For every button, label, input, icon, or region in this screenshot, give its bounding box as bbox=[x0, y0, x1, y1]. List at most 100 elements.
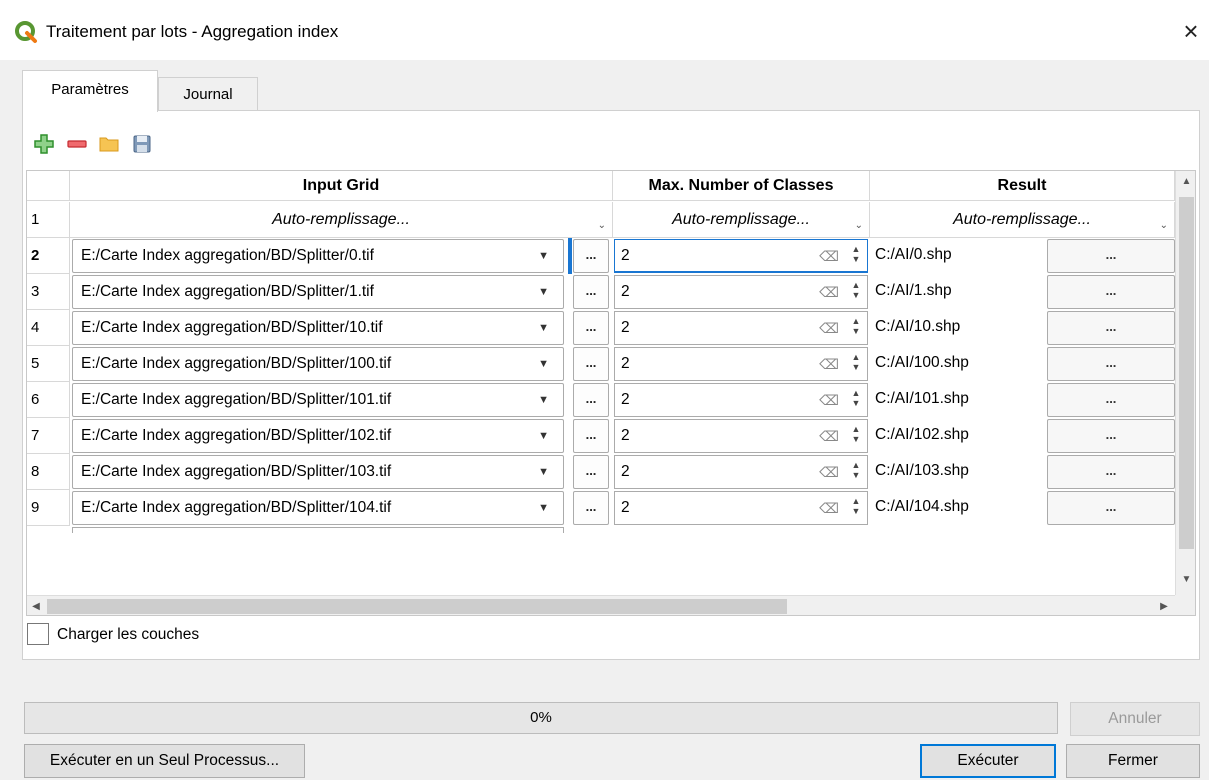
dropdown-arrow-icon: ▼ bbox=[538, 430, 549, 442]
spin-arrows-icon[interactable]: ▲ ▼ bbox=[849, 388, 863, 412]
row-number[interactable]: 9 bbox=[27, 490, 70, 526]
run-single-process-button[interactable]: Exécuter en un Seul Processus... bbox=[24, 744, 305, 778]
scroll-left-icon[interactable]: ◀ bbox=[27, 596, 45, 615]
tab-journal[interactable]: Journal bbox=[158, 77, 258, 111]
remove-row-icon[interactable] bbox=[66, 133, 88, 155]
clear-icon[interactable]: ⌫ bbox=[819, 276, 839, 308]
autofill-input-grid[interactable]: Auto-remplissage... ⌄ bbox=[70, 202, 613, 238]
save-icon[interactable] bbox=[131, 133, 153, 155]
autofill-result[interactable]: Auto-remplissage... ⌄ bbox=[870, 202, 1175, 238]
run-button[interactable]: Exécuter bbox=[920, 744, 1056, 778]
result-path-field[interactable]: C:/AI/1.shp bbox=[871, 275, 1046, 309]
spin-arrows-icon[interactable]: ▲ ▼ bbox=[849, 460, 863, 484]
input-path: E:/Carte Index aggregation/BD/Splitter/1… bbox=[81, 283, 374, 300]
clear-icon[interactable]: ⌫ bbox=[819, 384, 839, 416]
clear-icon[interactable]: ⌫ bbox=[819, 240, 839, 272]
scroll-down-icon[interactable]: ▼ bbox=[1176, 571, 1195, 589]
clear-icon[interactable]: ⌫ bbox=[819, 420, 839, 452]
result-path-field[interactable]: C:/AI/100.shp bbox=[871, 347, 1046, 381]
browse-result-button[interactable]: ... bbox=[1047, 419, 1175, 453]
input-grid-combo[interactable]: E:/Carte Index aggregation/BD/Splitter/1… bbox=[72, 419, 564, 453]
clear-icon[interactable]: ⌫ bbox=[819, 312, 839, 344]
clear-icon[interactable]: ⌫ bbox=[819, 348, 839, 380]
horizontal-scrollbar[interactable]: ◀ ▶ bbox=[27, 595, 1175, 615]
progress-bar: 0% bbox=[24, 702, 1058, 734]
browse-input-button[interactable]: ... bbox=[573, 455, 609, 489]
browse-result-button[interactable]: ... bbox=[1047, 491, 1175, 525]
input-grid-combo[interactable]: E:/Carte Index aggregation/BD/Splitter/1… bbox=[72, 311, 564, 345]
dropdown-arrow-icon: ▼ bbox=[538, 466, 549, 478]
scroll-up-icon[interactable]: ▲ bbox=[1176, 173, 1195, 191]
browse-result-button[interactable]: ... bbox=[1047, 275, 1175, 309]
input-grid-combo[interactable]: E:/Carte Index aggregation/BD/Splitter/0… bbox=[72, 239, 564, 273]
spin-arrows-icon[interactable]: ▲ ▼ bbox=[849, 316, 863, 340]
autofill-max-classes[interactable]: Auto-remplissage... ⌄ bbox=[613, 202, 870, 238]
open-folder-icon[interactable] bbox=[98, 133, 120, 155]
row-number[interactable]: 6 bbox=[27, 382, 70, 418]
close-button[interactable]: Fermer bbox=[1066, 744, 1200, 778]
horizontal-scroll-thumb[interactable] bbox=[47, 599, 787, 614]
spin-arrows-icon[interactable]: ▲ ▼ bbox=[849, 244, 863, 268]
max-classes-spinbox[interactable]: 2 ⌫ ▲ ▼ bbox=[614, 491, 868, 525]
browse-input-button[interactable]: ... bbox=[573, 419, 609, 453]
spin-arrows-icon[interactable]: ▲ ▼ bbox=[849, 280, 863, 304]
browse-input-button[interactable]: ... bbox=[573, 491, 609, 525]
title-bar: Traitement par lots - Aggregation index … bbox=[0, 0, 1209, 60]
row-number[interactable]: 5 bbox=[27, 346, 70, 382]
clear-icon[interactable]: ⌫ bbox=[819, 492, 839, 524]
clear-icon[interactable]: ⌫ bbox=[819, 456, 839, 488]
scroll-right-icon[interactable]: ▶ bbox=[1155, 596, 1173, 615]
input-grid-combo[interactable]: E:/Carte Index aggregation/BD/Splitter/1… bbox=[72, 383, 564, 417]
result-path-field[interactable]: C:/AI/102.shp bbox=[871, 419, 1046, 453]
vertical-scroll-thumb[interactable] bbox=[1179, 197, 1194, 549]
dropdown-arrow-icon: ▼ bbox=[538, 358, 549, 370]
input-grid-combo[interactable]: E:/Carte Index aggregation/BD/Splitter/1… bbox=[72, 491, 564, 525]
browse-result-button[interactable]: ... bbox=[1047, 383, 1175, 417]
row-number[interactable]: 1 bbox=[27, 202, 70, 238]
result-path-field[interactable]: C:/AI/10.shp bbox=[871, 311, 1046, 345]
cancel-button[interactable]: Annuler bbox=[1070, 702, 1200, 736]
browse-input-button[interactable]: ... bbox=[573, 239, 609, 273]
result-path-field[interactable]: C:/AI/104.shp bbox=[871, 491, 1046, 525]
browse-input-button[interactable]: ... bbox=[573, 275, 609, 309]
result-path-field[interactable]: C:/AI/0.shp bbox=[871, 239, 1046, 273]
input-grid-combo[interactable]: E:/Carte Index aggregation/BD/Splitter/1… bbox=[72, 455, 564, 489]
browse-input-button[interactable]: ... bbox=[573, 383, 609, 417]
browse-result-button[interactable]: ... bbox=[1047, 455, 1175, 489]
row-number[interactable]: 7 bbox=[27, 418, 70, 454]
table-corner[interactable] bbox=[27, 171, 70, 201]
max-classes-spinbox[interactable]: 2 ⌫ ▲ ▼ bbox=[614, 419, 868, 453]
header-result[interactable]: Result bbox=[870, 171, 1175, 201]
row-number[interactable]: 2 bbox=[27, 238, 70, 274]
browse-result-button[interactable]: ... bbox=[1047, 347, 1175, 381]
max-classes-spinbox[interactable]: 2 ⌫ ▲ ▼ bbox=[614, 275, 868, 309]
result-path-field[interactable]: C:/AI/101.shp bbox=[871, 383, 1046, 417]
result-path-field[interactable]: C:/AI/103.shp bbox=[871, 455, 1046, 489]
browse-input-button[interactable]: ... bbox=[573, 347, 609, 381]
close-icon[interactable]: × bbox=[1178, 16, 1204, 46]
input-grid-combo[interactable]: E:/Carte Index aggregation/BD/Splitter/1… bbox=[72, 347, 564, 381]
header-input-grid[interactable]: Input Grid bbox=[70, 171, 613, 201]
row-number[interactable]: 3 bbox=[27, 274, 70, 310]
add-row-icon[interactable] bbox=[33, 133, 55, 155]
load-layers-label[interactable]: Charger les couches bbox=[57, 624, 199, 646]
load-layers-checkbox[interactable] bbox=[27, 623, 49, 645]
spin-arrows-icon[interactable]: ▲ ▼ bbox=[849, 352, 863, 376]
browse-result-button[interactable]: ... bbox=[1047, 311, 1175, 345]
max-classes-spinbox[interactable]: 2 ⌫ ▲ ▼ bbox=[614, 455, 868, 489]
max-classes-spinbox[interactable]: 2 ⌫ ▲ ▼ bbox=[614, 383, 868, 417]
max-classes-spinbox[interactable]: 2 ⌫ ▲ ▼ bbox=[614, 239, 868, 273]
max-classes-spinbox[interactable]: 2 ⌫ ▲ ▼ bbox=[614, 347, 868, 381]
browse-result-button[interactable]: ... bbox=[1047, 239, 1175, 273]
vertical-scrollbar[interactable]: ▲ ▼ bbox=[1175, 171, 1195, 595]
spin-arrows-icon[interactable]: ▲ ▼ bbox=[849, 496, 863, 520]
max-classes-spinbox[interactable]: 2 ⌫ ▲ ▼ bbox=[614, 311, 868, 345]
row-number[interactable]: 4 bbox=[27, 310, 70, 346]
browse-input-button[interactable]: ... bbox=[573, 311, 609, 345]
input-grid-combo[interactable]: E:/Carte Index aggregation/BD/Splitter/1… bbox=[72, 275, 564, 309]
spin-arrows-icon[interactable]: ▲ ▼ bbox=[849, 424, 863, 448]
dropdown-arrow-icon: ▼ bbox=[538, 502, 549, 514]
row-number[interactable]: 8 bbox=[27, 454, 70, 490]
header-max-classes[interactable]: Max. Number of Classes bbox=[613, 171, 870, 201]
tab-parametres[interactable]: Paramètres bbox=[22, 70, 158, 112]
